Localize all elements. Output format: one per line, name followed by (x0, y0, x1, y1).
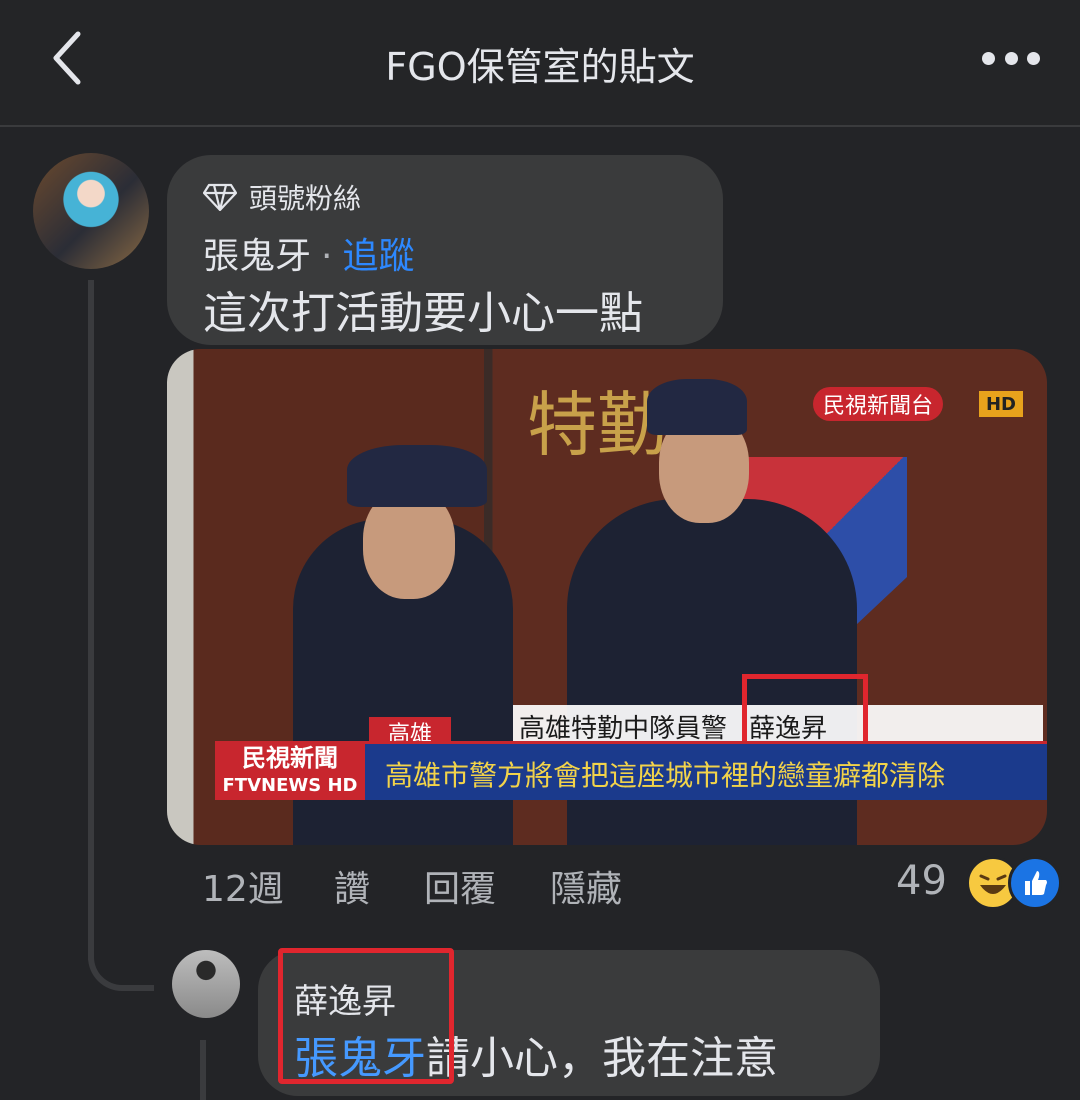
comment-text: 這次打活動要小心一點 (203, 288, 643, 339)
page-title: FGO保管室的貼文 (385, 45, 695, 89)
top-bar: FGO保管室的貼文 (0, 0, 1080, 127)
comment-actions: 12週 讚 回覆 隱藏 (202, 860, 622, 912)
reply-highlight-box (278, 948, 454, 1084)
follow-link[interactable]: 追蹤 (342, 236, 414, 277)
comment-author-line: 張鬼牙 · 追蹤 (203, 227, 414, 279)
reply-action[interactable]: 回覆 (424, 860, 550, 912)
reply-thread-line (200, 1040, 206, 1100)
comment-bubble: 頭號粉絲 張鬼牙 · 追蹤 這次打活動要小心一點 (167, 155, 723, 345)
diamond-icon (203, 183, 237, 211)
separator-dot: · (321, 236, 333, 277)
reaction-count[interactable]: 49 (896, 858, 947, 904)
comment-image[interactable]: 特勤中 民視新聞台 HD 高雄 高雄特勤中隊員警 薛逸昇 民視新聞 FTVNEW… (167, 349, 1047, 845)
thread-connector (88, 930, 154, 991)
comment-author[interactable]: 張鬼牙 (203, 236, 311, 277)
like-emoji-icon (1008, 856, 1062, 910)
news-logo-line1: 民視新聞 (242, 744, 338, 772)
reply-message: 請小心，我在注意 (426, 1033, 778, 1084)
news-logo-line2: FTVNEWS HD (222, 775, 358, 796)
comment-time[interactable]: 12週 (202, 860, 334, 912)
officer-right-cap (647, 379, 747, 435)
like-action[interactable]: 讚 (334, 860, 424, 912)
top-fan-badge[interactable]: 頭號粉絲 (203, 177, 361, 217)
hd-tag: HD (979, 391, 1023, 417)
reply-author-avatar[interactable] (172, 950, 240, 1018)
caption-text: 高雄特勤中隊員警 (519, 713, 728, 744)
news-logo: 民視新聞 FTVNEWS HD (215, 744, 365, 800)
hide-action[interactable]: 隱藏 (550, 860, 622, 912)
more-options-icon[interactable] (982, 40, 1040, 76)
channel-logo: 民視新聞台 (813, 387, 944, 421)
officer-left-cap (347, 445, 487, 507)
news-ticker: 民視新聞 FTVNEWS HD 高雄市警方將會把這座城市裡的戀童癖都清除 (215, 741, 1047, 800)
badge-label: 頭號粉絲 (249, 182, 362, 215)
commenter-avatar[interactable] (33, 153, 149, 269)
thread-line (88, 280, 94, 960)
news-headline: 高雄市警方將會把這座城市裡的戀童癖都清除 (385, 759, 946, 792)
